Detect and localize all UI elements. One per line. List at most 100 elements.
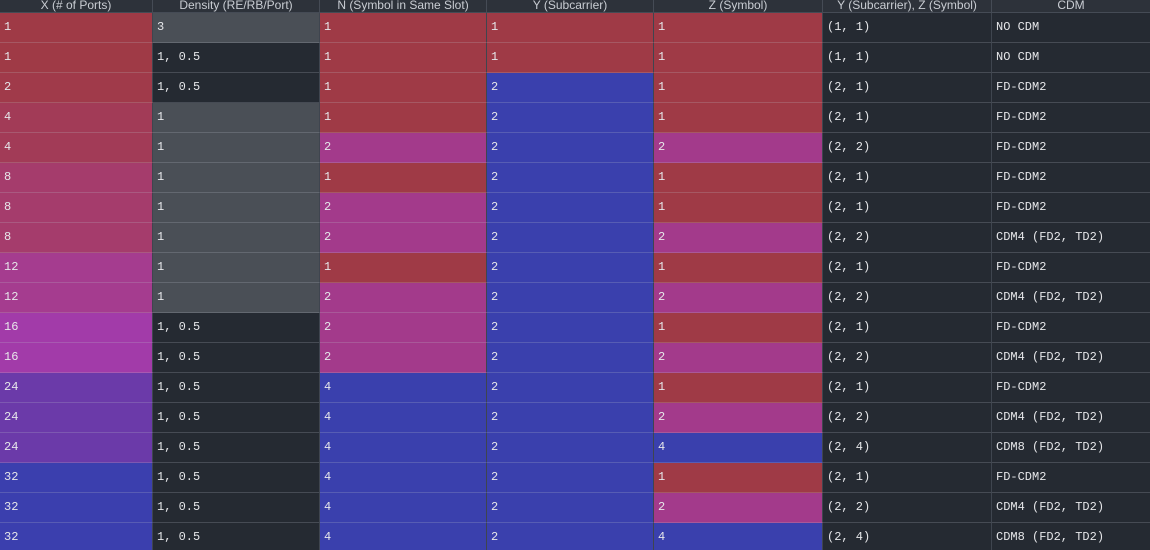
n-symbol-cell[interactable]: 2 bbox=[320, 223, 487, 253]
table-row[interactable]: 8 1 1 2 1 (2, 1) FD-CDM2 bbox=[0, 163, 1150, 193]
ports-cell[interactable]: 32 bbox=[0, 493, 153, 523]
yz-pair-cell[interactable]: (2, 2) bbox=[823, 343, 992, 373]
z-symbol-cell[interactable]: 1 bbox=[654, 463, 823, 493]
yz-pair-cell[interactable]: (2, 4) bbox=[823, 523, 992, 550]
yz-pair-cell[interactable]: (2, 2) bbox=[823, 493, 992, 523]
n-symbol-cell[interactable]: 1 bbox=[320, 73, 487, 103]
table-row[interactable]: 24 1, 0.5 4 2 4 (2, 4) CDM8 (FD2, TD2) bbox=[0, 433, 1150, 463]
n-symbol-cell[interactable]: 4 bbox=[320, 433, 487, 463]
z-symbol-cell[interactable]: 1 bbox=[654, 253, 823, 283]
table-row[interactable]: 24 1, 0.5 4 2 1 (2, 1) FD-CDM2 bbox=[0, 373, 1150, 403]
ports-cell[interactable]: 12 bbox=[0, 253, 153, 283]
y-subcarrier-cell[interactable]: 2 bbox=[487, 133, 654, 163]
table-row[interactable]: 8 1 2 2 1 (2, 1) FD-CDM2 bbox=[0, 193, 1150, 223]
ports-cell[interactable]: 32 bbox=[0, 463, 153, 493]
density-cell[interactable]: 1 bbox=[153, 103, 320, 133]
table-row[interactable]: 32 1, 0.5 4 2 2 (2, 2) CDM4 (FD2, TD2) bbox=[0, 493, 1150, 523]
z-symbol-cell[interactable]: 2 bbox=[654, 133, 823, 163]
z-symbol-cell[interactable]: 1 bbox=[654, 193, 823, 223]
yz-pair-cell[interactable]: (1, 1) bbox=[823, 43, 992, 73]
cdm-cell[interactable]: FD-CDM2 bbox=[992, 163, 1150, 193]
table-row[interactable]: 4 1 2 2 2 (2, 2) FD-CDM2 bbox=[0, 133, 1150, 163]
z-symbol-cell[interactable]: 1 bbox=[654, 103, 823, 133]
z-symbol-cell[interactable]: 2 bbox=[654, 403, 823, 433]
yz-pair-cell[interactable]: (2, 1) bbox=[823, 463, 992, 493]
yz-pair-cell[interactable]: (2, 1) bbox=[823, 163, 992, 193]
cdm-cell[interactable]: FD-CDM2 bbox=[992, 253, 1150, 283]
density-cell[interactable]: 1, 0.5 bbox=[153, 373, 320, 403]
ports-cell[interactable]: 8 bbox=[0, 223, 153, 253]
density-cell[interactable]: 1, 0.5 bbox=[153, 43, 320, 73]
ports-cell[interactable]: 24 bbox=[0, 433, 153, 463]
yz-pair-cell[interactable]: (2, 1) bbox=[823, 373, 992, 403]
density-cell[interactable]: 1, 0.5 bbox=[153, 463, 320, 493]
table-row[interactable]: 8 1 2 2 2 (2, 2) CDM4 (FD2, TD2) bbox=[0, 223, 1150, 253]
z-symbol-cell[interactable]: 2 bbox=[654, 223, 823, 253]
density-cell[interactable]: 1, 0.5 bbox=[153, 523, 320, 550]
density-cell[interactable]: 1 bbox=[153, 193, 320, 223]
y-subcarrier-cell[interactable]: 2 bbox=[487, 523, 654, 550]
n-symbol-cell[interactable]: 1 bbox=[320, 103, 487, 133]
yz-pair-cell[interactable]: (2, 1) bbox=[823, 313, 992, 343]
ports-cell[interactable]: 4 bbox=[0, 133, 153, 163]
cdm-cell[interactable]: FD-CDM2 bbox=[992, 373, 1150, 403]
n-symbol-cell[interactable]: 4 bbox=[320, 493, 487, 523]
ports-cell[interactable]: 24 bbox=[0, 403, 153, 433]
table-row[interactable]: 4 1 1 2 1 (2, 1) FD-CDM2 bbox=[0, 103, 1150, 133]
cdm-cell[interactable]: FD-CDM2 bbox=[992, 193, 1150, 223]
cdm-cell[interactable]: CDM4 (FD2, TD2) bbox=[992, 223, 1150, 253]
density-cell[interactable]: 1 bbox=[153, 283, 320, 313]
yz-pair-cell[interactable]: (2, 1) bbox=[823, 103, 992, 133]
column-header-yz-pair[interactable]: Y (Subcarrier), Z (Symbol) bbox=[823, 0, 992, 13]
ports-cell[interactable]: 4 bbox=[0, 103, 153, 133]
n-symbol-cell[interactable]: 2 bbox=[320, 283, 487, 313]
n-symbol-cell[interactable]: 1 bbox=[320, 163, 487, 193]
ports-cell[interactable]: 24 bbox=[0, 373, 153, 403]
z-symbol-cell[interactable]: 2 bbox=[654, 493, 823, 523]
table-row[interactable]: 16 1, 0.5 2 2 1 (2, 1) FD-CDM2 bbox=[0, 313, 1150, 343]
n-symbol-cell[interactable]: 4 bbox=[320, 403, 487, 433]
yz-pair-cell[interactable]: (2, 2) bbox=[823, 283, 992, 313]
cdm-cell[interactable]: CDM8 (FD2, TD2) bbox=[992, 433, 1150, 463]
ports-cell[interactable]: 1 bbox=[0, 13, 153, 43]
z-symbol-cell[interactable]: 2 bbox=[654, 343, 823, 373]
table-row[interactable]: 1 3 1 1 1 (1, 1) NO CDM bbox=[0, 13, 1150, 43]
density-cell[interactable]: 1, 0.5 bbox=[153, 433, 320, 463]
n-symbol-cell[interactable]: 1 bbox=[320, 13, 487, 43]
density-cell[interactable]: 1 bbox=[153, 253, 320, 283]
table-row[interactable]: 32 1, 0.5 4 2 1 (2, 1) FD-CDM2 bbox=[0, 463, 1150, 493]
column-header-ports[interactable]: X (# of Ports) bbox=[0, 0, 153, 13]
y-subcarrier-cell[interactable]: 2 bbox=[487, 433, 654, 463]
n-symbol-cell[interactable]: 2 bbox=[320, 133, 487, 163]
n-symbol-cell[interactable]: 4 bbox=[320, 373, 487, 403]
cdm-cell[interactable]: FD-CDM2 bbox=[992, 313, 1150, 343]
density-cell[interactable]: 1 bbox=[153, 133, 320, 163]
z-symbol-cell[interactable]: 1 bbox=[654, 373, 823, 403]
cdm-cell[interactable]: CDM4 (FD2, TD2) bbox=[992, 283, 1150, 313]
n-symbol-cell[interactable]: 1 bbox=[320, 253, 487, 283]
y-subcarrier-cell[interactable]: 2 bbox=[487, 253, 654, 283]
y-subcarrier-cell[interactable]: 2 bbox=[487, 403, 654, 433]
table-row[interactable]: 16 1, 0.5 2 2 2 (2, 2) CDM4 (FD2, TD2) bbox=[0, 343, 1150, 373]
cdm-cell[interactable]: CDM4 (FD2, TD2) bbox=[992, 343, 1150, 373]
ports-cell[interactable]: 8 bbox=[0, 163, 153, 193]
table-row[interactable]: 2 1, 0.5 1 2 1 (2, 1) FD-CDM2 bbox=[0, 73, 1150, 103]
z-symbol-cell[interactable]: 1 bbox=[654, 163, 823, 193]
n-symbol-cell[interactable]: 2 bbox=[320, 313, 487, 343]
column-header-density[interactable]: Density (RE/RB/Port) bbox=[153, 0, 320, 13]
y-subcarrier-cell[interactable]: 2 bbox=[487, 73, 654, 103]
table-row[interactable]: 24 1, 0.5 4 2 2 (2, 2) CDM4 (FD2, TD2) bbox=[0, 403, 1150, 433]
y-subcarrier-cell[interactable]: 2 bbox=[487, 283, 654, 313]
density-cell[interactable]: 1, 0.5 bbox=[153, 73, 320, 103]
ports-cell[interactable]: 1 bbox=[0, 43, 153, 73]
yz-pair-cell[interactable]: (2, 1) bbox=[823, 253, 992, 283]
density-cell[interactable]: 3 bbox=[153, 13, 320, 43]
cdm-cell[interactable]: NO CDM bbox=[992, 43, 1150, 73]
ports-cell[interactable]: 32 bbox=[0, 523, 153, 550]
table-row[interactable]: 32 1, 0.5 4 2 4 (2, 4) CDM8 (FD2, TD2) bbox=[0, 523, 1150, 550]
table-row[interactable]: 12 1 2 2 2 (2, 2) CDM4 (FD2, TD2) bbox=[0, 283, 1150, 313]
density-cell[interactable]: 1, 0.5 bbox=[153, 343, 320, 373]
z-symbol-cell[interactable]: 4 bbox=[654, 523, 823, 550]
table-row[interactable]: 12 1 1 2 1 (2, 1) FD-CDM2 bbox=[0, 253, 1150, 283]
table-row[interactable]: 1 1, 0.5 1 1 1 (1, 1) NO CDM bbox=[0, 43, 1150, 73]
